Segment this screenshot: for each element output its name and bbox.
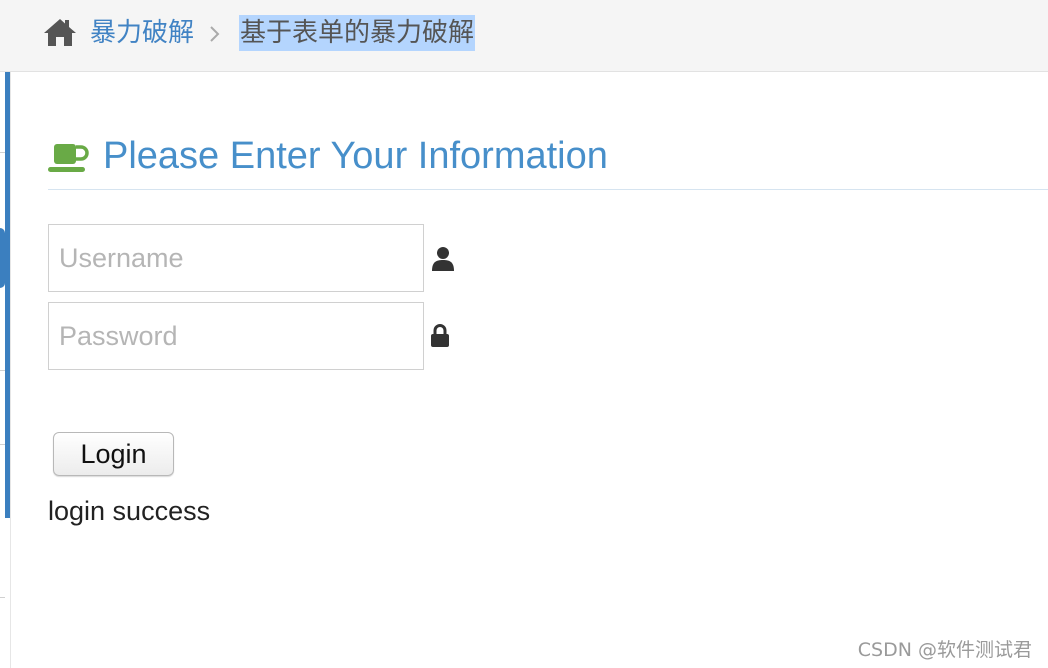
password-input[interactable]: [48, 302, 424, 370]
breadcrumb: 暴力破解 基于表单的暴力破解: [0, 0, 1048, 72]
username-input[interactable]: [48, 224, 424, 292]
lock-icon: [431, 324, 449, 347]
sidebar-divider-tick: [0, 444, 5, 445]
sidebar-divider-tick: [0, 370, 5, 371]
breadcrumb-link-parent[interactable]: 暴力破解: [90, 14, 194, 52]
watermark: CSDN @软件测试君: [857, 639, 1032, 661]
chevron-right-icon: [210, 26, 220, 42]
page-title: Please Enter Your Information: [103, 135, 608, 177]
login-status-message: login success: [48, 496, 211, 526]
title-divider: [48, 189, 1048, 190]
breadcrumb-current: 基于表单的暴力破解: [239, 15, 476, 51]
login-button[interactable]: Login: [53, 432, 174, 476]
sidebar-divider: [10, 72, 11, 668]
user-icon: [432, 247, 454, 271]
home-icon[interactable]: [42, 17, 78, 47]
coffee-cup-icon: [48, 144, 89, 172]
sidebar-divider-tick: [0, 152, 5, 153]
sidebar-collapse-tab[interactable]: [0, 228, 5, 288]
sidebar-divider-tick: [0, 597, 5, 598]
